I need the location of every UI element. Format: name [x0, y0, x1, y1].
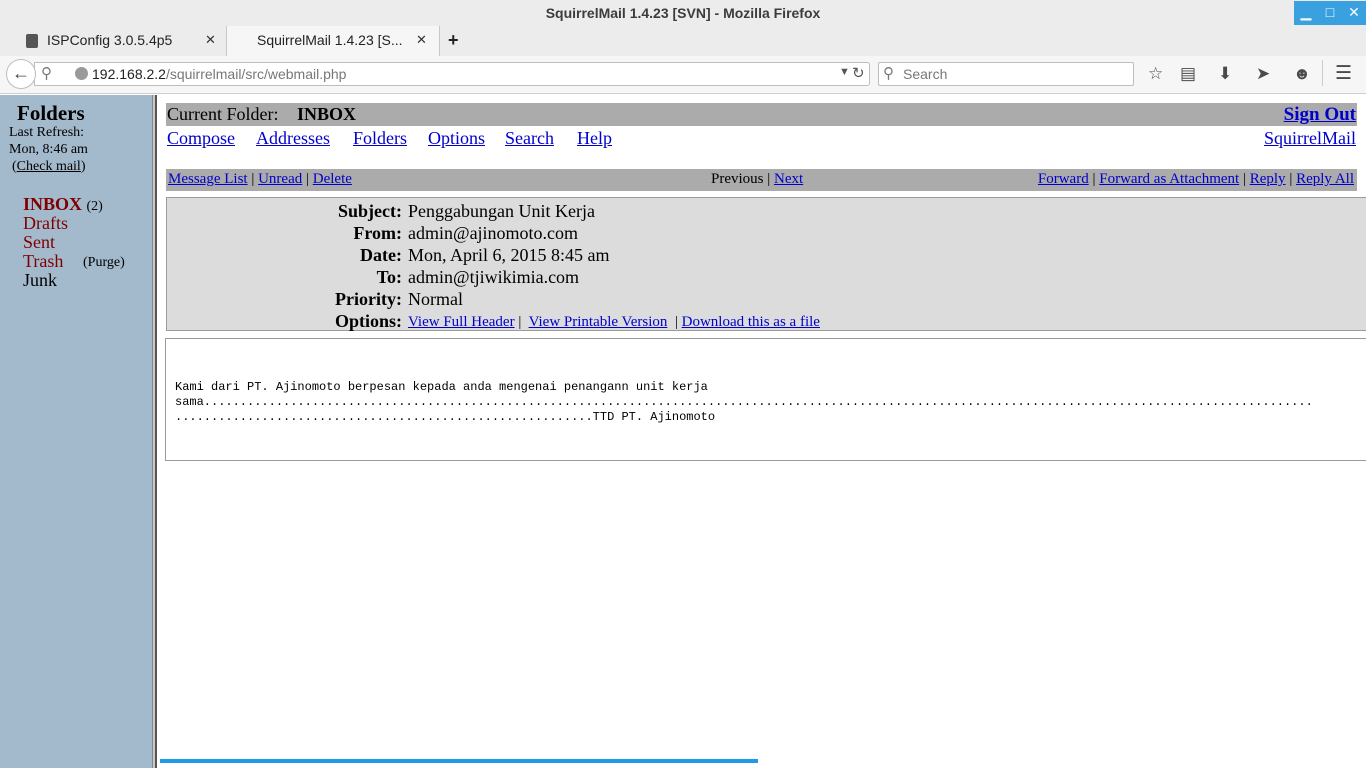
- close-window-button[interactable]: ✕: [1342, 1, 1366, 25]
- priority-value: Normal: [408, 289, 463, 309]
- options-label: Options:: [334, 311, 402, 331]
- tab-bar: ISPConfig 3.0.5.4p5 ✕ SquirrelMail 1.4.2…: [0, 26, 1366, 56]
- folders-link[interactable]: Folders: [353, 128, 407, 149]
- options-link[interactable]: Options: [428, 128, 485, 149]
- search-icon: ⚲: [883, 65, 894, 82]
- download-icon[interactable]: ⬇: [1218, 64, 1232, 84]
- delete-link[interactable]: Delete: [313, 171, 352, 187]
- close-tab-icon[interactable]: ✕: [205, 32, 216, 48]
- message-headers: Subject: Penggabungan Unit Kerja From: a…: [166, 197, 1366, 331]
- url-text[interactable]: 192.168.2.2/squirrelmail/src/webmail.php: [92, 66, 346, 82]
- unread-link[interactable]: Unread: [258, 171, 302, 187]
- reading-list-icon[interactable]: ▤: [1180, 64, 1196, 84]
- message-body: Kami dari PT. Ajinomoto berpesan kepada …: [165, 338, 1366, 461]
- folder-drafts[interactable]: Drafts: [23, 213, 68, 234]
- frame-divider[interactable]: [152, 95, 157, 768]
- back-button[interactable]: ←: [6, 59, 36, 89]
- subject-label: Subject:: [338, 201, 402, 221]
- download-file-link[interactable]: Download this as a file: [682, 314, 820, 330]
- main-menu: Compose Addresses Folders Options Search…: [166, 125, 1357, 149]
- last-refresh-label: Last Refresh:: [9, 125, 85, 140]
- close-tab-icon[interactable]: ✕: [416, 32, 427, 48]
- site-identity-icon[interactable]: ⚲: [41, 64, 52, 82]
- forward-link[interactable]: Forward: [1038, 171, 1089, 187]
- folders-sidebar: Folders Last Refresh: Mon, 8:46 am (Chec…: [0, 95, 152, 768]
- date-value: Mon, April 6, 2015 8:45 am: [408, 245, 610, 265]
- subject-value: Penggabungan Unit Kerja: [408, 201, 595, 221]
- folder-junk[interactable]: Junk: [23, 270, 57, 291]
- search-input[interactable]: ⚲ Search: [878, 62, 1134, 86]
- window-titlebar: SquirrelMail 1.4.23 [SVN] - Mozilla Fire…: [0, 0, 1366, 26]
- minimize-button[interactable]: ▁: [1294, 1, 1318, 25]
- date-label: Date:: [360, 245, 402, 265]
- reply-all-link[interactable]: Reply All: [1296, 171, 1354, 187]
- tab-label: SquirrelMail 1.4.23 [S...: [257, 32, 403, 48]
- dropdown-arrow-icon[interactable]: ▼: [839, 66, 850, 78]
- help-link[interactable]: Help: [577, 128, 612, 149]
- from-value: admin@ajinomoto.com: [408, 223, 579, 243]
- current-folder-bar: Current Folder: INBOX Sign Out: [166, 103, 1357, 126]
- window-title: SquirrelMail 1.4.23 [SVN] - Mozilla Fire…: [545, 5, 821, 21]
- tab-squirrelmail[interactable]: SquirrelMail 1.4.23 [S... ✕: [226, 26, 440, 56]
- menu-icon[interactable]: ☰: [1335, 62, 1352, 85]
- globe-icon: [75, 67, 88, 80]
- send-icon[interactable]: ➤: [1256, 64, 1270, 84]
- to-value: admin@tjiwikimia.com: [408, 267, 580, 287]
- search-placeholder: Search: [903, 66, 948, 82]
- from-label: From:: [353, 223, 402, 243]
- url-host: 192.168.2.2: [92, 66, 166, 82]
- folder-name: INBOX: [23, 194, 83, 214]
- message-action-bar: Message List | Unread | Delete Previous …: [166, 169, 1357, 191]
- priority-label: Priority:: [335, 289, 402, 309]
- current-folder-name: INBOX: [297, 104, 357, 124]
- unread-count: (2): [86, 199, 103, 214]
- check-mail-link[interactable]: Check mail: [17, 159, 81, 174]
- sign-out-link[interactable]: Sign Out: [1284, 104, 1356, 126]
- new-tab-button[interactable]: +: [446, 24, 466, 54]
- addresses-link[interactable]: Addresses: [256, 128, 330, 149]
- previous-label: Previous: [711, 171, 764, 187]
- folder-inbox[interactable]: INBOX (2): [23, 194, 103, 215]
- message-list-link[interactable]: Message List: [168, 171, 248, 187]
- folder-trash[interactable]: Trash: [23, 251, 63, 272]
- to-label: To:: [376, 267, 402, 287]
- url-path: /squirrelmail/src/webmail.php: [165, 66, 347, 82]
- purge-trash-link[interactable]: (Purge): [83, 255, 125, 271]
- page-favicon-icon: [26, 34, 38, 48]
- paren-close: ): [80, 159, 86, 174]
- current-folder-label: Current Folder:: [167, 104, 279, 124]
- message-pager: Previous | Next: [711, 171, 804, 187]
- compose-link[interactable]: Compose: [167, 128, 235, 149]
- bookmark-star-icon[interactable]: ☆: [1148, 64, 1163, 84]
- navigation-toolbar: ⚲ 192.168.2.2/squirrelmail/src/webmail.p…: [0, 56, 1366, 94]
- squirrelmail-link[interactable]: SquirrelMail: [1264, 128, 1356, 149]
- view-full-header-link[interactable]: View Full Header: [408, 314, 515, 330]
- chat-icon[interactable]: ☻: [1293, 64, 1311, 84]
- message-body-text: Kami dari PT. Ajinomoto berpesan kepada …: [175, 380, 1313, 424]
- tab-ispconfig[interactable]: ISPConfig 3.0.5.4p5 ✕: [0, 26, 224, 56]
- plus-icon: +: [448, 30, 459, 50]
- last-refresh-time: Mon, 8:46 am: [9, 142, 88, 157]
- message-actions-left: Message List | Unread | Delete: [168, 171, 352, 187]
- message-actions-right: Forward | Forward as Attachment | Reply …: [1037, 171, 1354, 187]
- toolbar-separator: [1322, 60, 1323, 86]
- search-link[interactable]: Search: [505, 128, 554, 149]
- reload-icon[interactable]: ↻: [852, 64, 865, 82]
- message-view: Current Folder: INBOX Sign Out Compose A…: [158, 95, 1366, 768]
- check-mail: (Check mail): [12, 159, 86, 175]
- forward-attachment-link[interactable]: Forward as Attachment: [1099, 171, 1239, 187]
- options-links: View Full Header | View Printable Versio…: [408, 314, 820, 330]
- folders-heading: Folders: [17, 101, 85, 125]
- tab-label: ISPConfig 3.0.5.4p5: [47, 32, 173, 48]
- view-printable-link[interactable]: View Printable Version: [529, 314, 668, 330]
- reply-link[interactable]: Reply: [1250, 171, 1286, 187]
- folder-sent[interactable]: Sent: [23, 232, 55, 253]
- page-load-progress: [160, 759, 758, 763]
- url-bar[interactable]: ⚲ 192.168.2.2/squirrelmail/src/webmail.p…: [34, 62, 870, 86]
- next-link[interactable]: Next: [774, 171, 803, 187]
- maximize-button[interactable]: □: [1318, 1, 1342, 25]
